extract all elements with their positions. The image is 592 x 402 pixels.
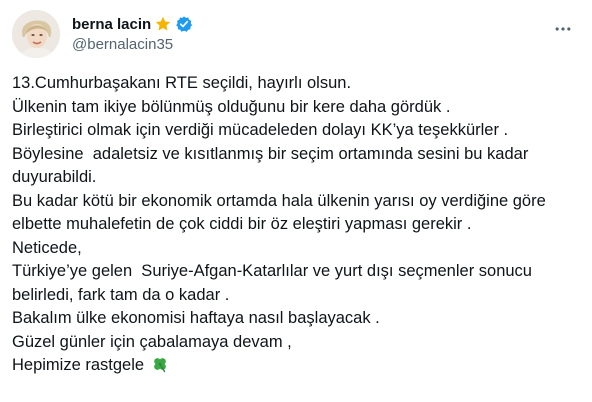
four-leaf-clover-icon [151, 355, 169, 373]
author-names: berna lacin @bernalacin35 [72, 14, 193, 53]
ellipsis-icon [555, 27, 571, 31]
tweet-text: 13.Cumhurbaşakanı RTE seçildi, hayırlı o… [12, 72, 580, 378]
tweet-line-last: Hepimize rastgele [12, 354, 580, 378]
tweet-line: Böylesine adaletsiz ve kısıtlanmış bir s… [12, 144, 529, 163]
tweet-card: berna lacin @bernalacin35 13.Cumhurbaşak… [0, 0, 592, 402]
display-name[interactable]: berna lacin [72, 16, 151, 33]
handle[interactable]: @bernalacin35 [72, 36, 193, 53]
tweet-line: Bakalım ülke ekonomisi haftaya nasıl baş… [12, 309, 380, 327]
more-options-button[interactable] [546, 12, 580, 46]
star-badge-icon [154, 15, 172, 33]
tweet-line: Neticede, [12, 238, 82, 257]
tweet-line: Bu kadar kötü bir ekonomik ortamda hala … [12, 191, 546, 210]
avatar-image [12, 10, 60, 58]
tweet-line: belirledi, fark tam da o kadar . [12, 285, 230, 304]
tweet-line: duyurabildi. [12, 168, 97, 186]
tweet-line: Türkiye’ye gelen Suriye-Afgan-Katarlılar… [12, 262, 532, 280]
avatar[interactable] [12, 10, 60, 58]
tweet-line: Güzel günler için çabalamaya devam , [12, 332, 292, 351]
tweet-line: Birleştirici olmak için verdiği mücadele… [12, 121, 509, 139]
tweet-header: berna lacin @bernalacin35 [12, 10, 580, 58]
tweet-line: 13.Cumhurbaşakanı RTE seçildi, hayırlı o… [12, 74, 352, 92]
tweet-line-text: Hepimize rastgele [12, 356, 145, 374]
tweet-line: elbette muhalefetin de çok ciddi bir öz … [12, 215, 472, 233]
tweet-line: Ülkenin tam ikiye bölünmüş olduğunu bir … [12, 97, 451, 116]
verified-badge-icon [175, 15, 193, 33]
